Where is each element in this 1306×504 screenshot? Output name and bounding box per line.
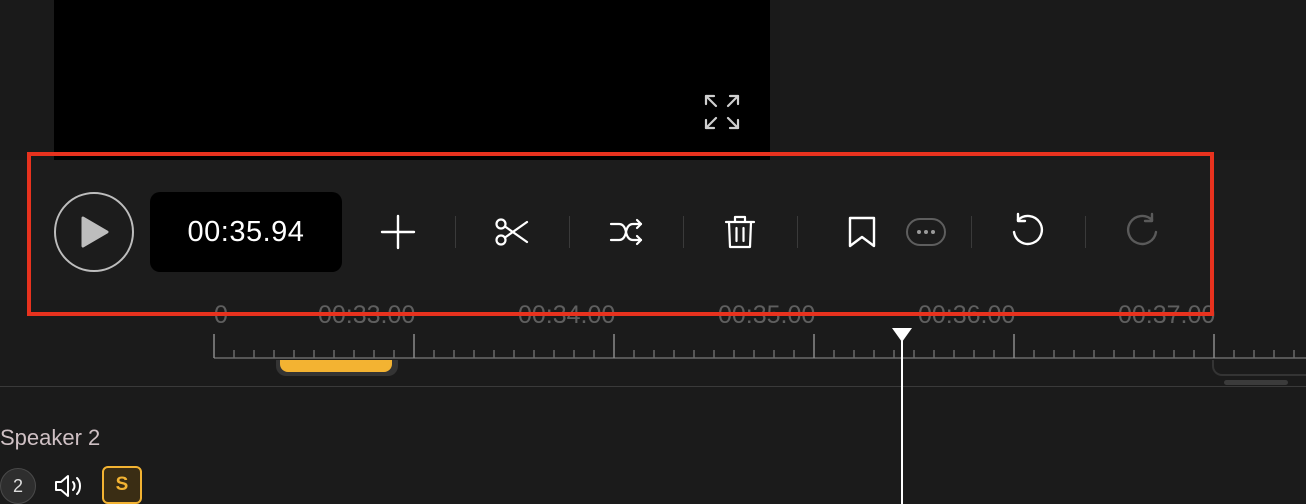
toolbar-divider xyxy=(683,216,684,248)
toolbar-divider xyxy=(971,216,972,248)
ruler-tick-label: 0 xyxy=(214,301,228,329)
trash-icon xyxy=(724,215,756,249)
ruler-tick-label: 00:37.00 xyxy=(1118,301,1216,329)
more-button[interactable] xyxy=(898,204,954,260)
play-icon xyxy=(81,216,109,248)
playhead[interactable] xyxy=(901,336,903,504)
delete-button[interactable] xyxy=(712,204,768,260)
toolbar-divider xyxy=(455,216,456,248)
undo-icon xyxy=(1012,212,1044,246)
bookmark-button[interactable] xyxy=(834,204,890,260)
audio-clip[interactable] xyxy=(1212,360,1306,376)
fullscreen-button[interactable] xyxy=(700,90,744,134)
toolbar-divider xyxy=(797,216,798,248)
audio-clip-fill xyxy=(280,360,392,372)
ruler-tick-label: 00:35.00 xyxy=(718,301,816,329)
playhead-handle[interactable] xyxy=(891,327,913,343)
ruler-tick-label: 00:34.00 xyxy=(518,301,616,329)
play-button[interactable] xyxy=(54,192,134,272)
bookmark-icon xyxy=(848,216,876,248)
swap-button[interactable] xyxy=(598,204,654,260)
timeline-ruler[interactable] xyxy=(0,330,1306,360)
speaker-volume-icon xyxy=(55,475,81,497)
audio-clip[interactable] xyxy=(276,360,398,376)
editor-stage: 00:35.94 0 00:33.00 00:34.00 00:35.00 00… xyxy=(0,0,1306,504)
expand-icon xyxy=(704,94,740,130)
split-button[interactable] xyxy=(484,204,540,260)
speaker-number-badge: 2 xyxy=(0,468,36,504)
solo-button[interactable]: S xyxy=(102,466,142,504)
timecode-display: 00:35.94 xyxy=(150,192,342,272)
speaker-label: Speaker 2 xyxy=(0,425,101,450)
add-button[interactable] xyxy=(370,204,426,260)
swap-arrows-icon xyxy=(609,218,643,246)
ruler-tick-label: 00:36.00 xyxy=(918,301,1016,329)
plus-icon xyxy=(380,214,416,250)
video-preview[interactable] xyxy=(54,0,770,160)
volume-button[interactable] xyxy=(52,470,88,502)
ellipsis-icon xyxy=(906,218,946,246)
toolbar-divider xyxy=(569,216,570,248)
track-divider xyxy=(0,386,1306,387)
redo-icon xyxy=(1126,212,1158,246)
ruler-tick-label: 00:33.00 xyxy=(318,301,416,329)
toolbar-divider xyxy=(1085,216,1086,248)
redo-button[interactable] xyxy=(1114,204,1170,260)
scissors-icon xyxy=(495,218,529,246)
clip-scroll-handle[interactable] xyxy=(1224,380,1288,385)
undo-button[interactable] xyxy=(1000,204,1056,260)
